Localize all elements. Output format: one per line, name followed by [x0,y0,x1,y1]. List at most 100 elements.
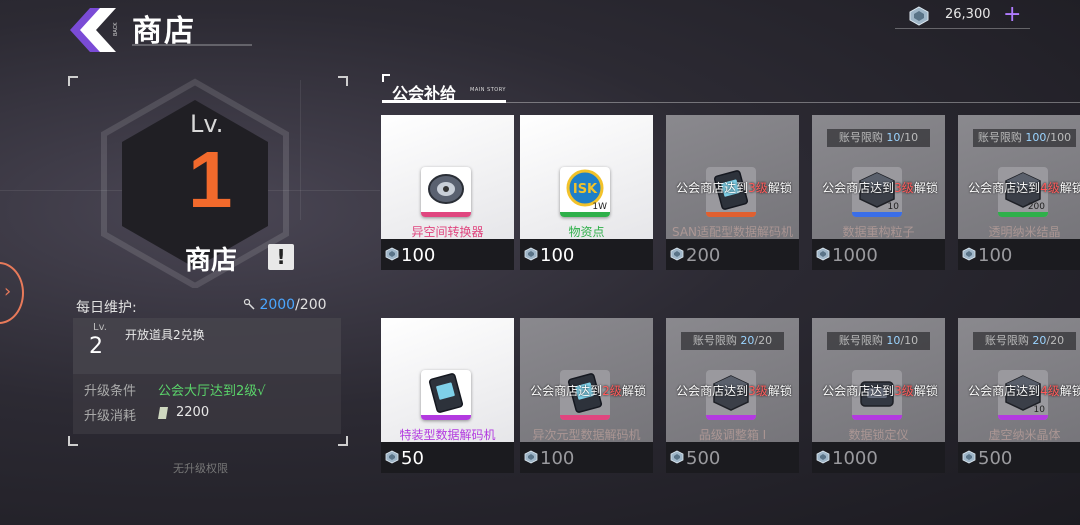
item-price: 1000 [832,245,878,266]
item-price: 1000 [832,448,878,469]
rarity-stripe [706,212,756,217]
shop-item-card[interactable]: 异空间转换器 100 [381,115,514,270]
panel-corner [68,76,78,86]
unlock-text: 公会商店达到 [968,384,1041,398]
info-button[interactable]: ! [268,244,294,270]
unlock-text: 解锁 [767,384,792,398]
purchase-limit-count: 20 [1032,334,1047,347]
crystal-currency-icon [524,247,538,261]
unlock-text: 公会商店达到 [822,384,895,398]
purchase-limit-count: 10 [886,334,901,347]
purchase-limit-max: /100 [1046,131,1072,144]
unlock-text: 解锁 [1059,384,1080,398]
decoder-icon [428,373,464,413]
currency-value: 26,300 [945,7,991,22]
bg-line [300,80,301,220]
shop-item-card[interactable]: 异次元型数据解码机 公会商店达到2级解锁 100 [520,318,653,473]
purchase-limit: 账号限购 10/10 [827,129,930,147]
unlock-text: 公会商店达到 [676,384,749,398]
unlock-text: 公会商店达到 [968,181,1041,195]
purchase-limit-max: /10 [900,131,919,144]
item-name: 透明纳米结晶 [988,225,1061,239]
price-bar: 50 [381,442,514,473]
crystal-currency-icon [385,450,399,464]
unlock-level: 3级 [894,384,914,398]
rarity-stripe [852,212,902,217]
purchase-limit-label: 账号限购 [838,334,887,347]
unlock-level: 3级 [894,181,914,195]
svg-text:ISK: ISK [573,182,598,197]
maintenance-value: 2000/200 [243,297,327,313]
unlock-text: 解锁 [621,384,646,398]
item-name: SAN适配型数据解码机 [671,225,794,239]
purchase-limit: 账号限购 10/10 [827,332,930,350]
shop-name: 商店 [185,246,238,276]
shop-item-card[interactable]: 10 数据重构粒子 账号限购 10/10 公会商店达到3级解锁 1000 [812,115,945,270]
purchase-limit-max: /20 [1046,334,1065,347]
shop-item-card[interactable]: ISK 1W 物资点 100 [520,115,653,270]
no-permission-text: 无升级权限 [173,462,228,475]
add-currency-button[interactable]: + [1003,3,1021,27]
maintenance-icon [243,298,255,310]
unlock-requirement: 公会商店达到4级解锁 [958,179,1080,196]
upgrade-next-level: Lv. 2 开放道具2兑换 [73,318,341,374]
unlock-level: 3级 [748,384,768,398]
item-name: 虚空纳米晶体 [988,428,1061,442]
unlock-requirement: 公会商店达到3级解锁 [666,179,799,196]
panel-corner [338,76,348,86]
price-bar: 100 [381,239,514,270]
rarity-stripe [421,415,471,420]
purchase-limit-label: 账号限购 [838,131,887,144]
section-subtitle: MAIN STORY [470,87,506,93]
shop-item-card[interactable]: 10 虚空纳米晶体 账号限购 20/20 公会商店达到4级解锁 500 [958,318,1080,473]
rarity-stripe [998,212,1048,217]
rarity-stripe [706,415,756,420]
rarity-stripe [560,212,610,217]
price-bar: 100 [958,239,1080,270]
unlock-requirement: 公会商店达到3级解锁 [666,382,799,399]
unlock-level: 2级 [602,384,622,398]
svg-text:BACK: BACK [113,22,119,36]
shop-item-card[interactable]: 数据锁定仪 账号限购 10/10 公会商店达到3级解锁 1000 [812,318,945,473]
item-price: 500 [978,448,1013,469]
unlock-text: 解锁 [1059,181,1080,195]
shop-item-card[interactable]: 特装型数据解码机 50 [381,318,514,473]
shop-item-card[interactable]: 200 透明纳米结晶 账号限购 100/100 公会商店达到4级解锁 100 [958,115,1080,270]
item-price: 100 [978,245,1013,266]
item-price: 50 [401,448,424,469]
crystal-currency-icon [962,450,976,464]
item-name: 异次元型数据解码机 [532,428,641,442]
unlock-requirement: 公会商店达到3级解锁 [812,382,945,399]
purchase-limit: 账号限购 20/20 [681,332,784,350]
back-button[interactable]: BACK [70,6,126,54]
shop-item-card[interactable]: 品级调整箱 Ⅰ 账号限购 20/20 公会商店达到3级解锁 500 [666,318,799,473]
fund-icon [158,407,168,419]
item-name: 特装型数据解码机 [399,428,496,442]
purchase-limit-count: 20 [740,334,755,347]
price-bar: 100 [520,442,653,473]
crystal-currency-icon [962,247,976,261]
item-price: 100 [540,448,575,469]
price-bar: 100 [520,239,653,270]
upgrade-condition: 公会大厅达到2级√ [158,384,266,399]
item-name: 数据重构粒子 [842,225,915,239]
price-bar: 1000 [812,442,945,473]
unlock-requirement: 公会商店达到3级解锁 [812,179,945,196]
price-bar: 500 [666,442,799,473]
side-nav-button[interactable]: › [0,262,24,324]
purchase-limit-label: 账号限购 [977,131,1026,144]
price-bar: 500 [958,442,1080,473]
item-quantity: 10 [1033,405,1045,415]
level-label: Lv. [190,110,224,138]
crystal-currency-icon [816,450,830,464]
shop-item-card[interactable]: SAN适配型数据解码机 公会商店达到3级解锁 200 [666,115,799,270]
purchase-limit: 账号限购 20/20 [973,332,1076,350]
crystal-currency-icon [385,247,399,261]
item-name: 品级调整箱 Ⅰ [698,428,767,442]
item-name: 数据锁定仪 [848,428,909,442]
title-underline [132,44,252,46]
upgrade-description: 开放道具2兑换 [125,328,205,342]
purchase-limit-count: 10 [886,131,901,144]
crystal-currency-icon [524,450,538,464]
item-quantity: 1W [592,202,607,212]
